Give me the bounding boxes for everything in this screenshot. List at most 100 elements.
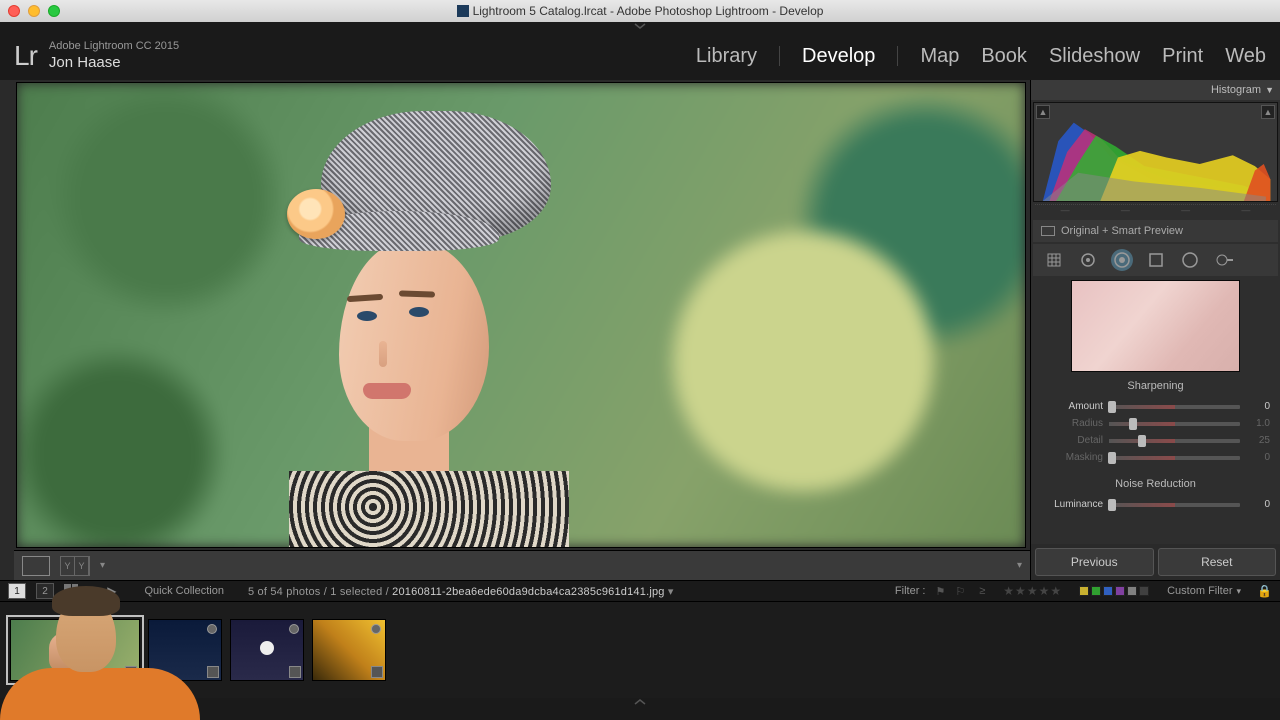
sharpening-label-masking: Masking [1041, 452, 1103, 463]
histogram-display[interactable]: ▲ ▲ [1033, 102, 1278, 202]
sharpening-section: Sharpening Amount0Radius1.0Detail25Maski… [1041, 380, 1270, 466]
noise-value-luminance: 0 [1246, 499, 1270, 510]
crop-tool[interactable] [1043, 249, 1065, 271]
histogram-label: Histogram [1211, 84, 1261, 96]
graduated-filter-tool[interactable] [1145, 249, 1167, 271]
color-label-filter-5[interactable] [1139, 586, 1149, 596]
noise-reduction-title: Noise Reduction [1041, 478, 1270, 490]
adjustment-brush-tool[interactable] [1213, 249, 1235, 271]
sharpening-value-radius: 1.0 [1246, 418, 1270, 429]
sharpening-row-masking: Masking 0 [1041, 449, 1270, 466]
detail-zoom-preview[interactable] [1071, 280, 1240, 372]
noise-label-luminance: Luminance [1041, 499, 1103, 510]
redeye-tool[interactable] [1111, 249, 1133, 271]
identity-plate: Lr Adobe Lightroom CC 2015 Jon Haase [14, 40, 179, 72]
color-label-filter [1079, 586, 1149, 596]
highlight-clipping-indicator[interactable]: ▲ [1261, 105, 1275, 119]
color-label-filter-4[interactable] [1127, 586, 1137, 596]
color-label-filter-1[interactable] [1091, 586, 1101, 596]
before-after-view-button[interactable]: YY [60, 556, 90, 576]
sharpening-row-amount: Amount 0 [1041, 398, 1270, 415]
chevron-down-icon: ▾ [1237, 586, 1242, 597]
develop-action-buttons: Previous Reset [1031, 544, 1280, 580]
preview-toolbar: YY ▾ ▾ [14, 550, 1030, 580]
shadow-clipping-indicator[interactable]: ▲ [1036, 105, 1050, 119]
sharpening-slider-amount[interactable] [1109, 405, 1240, 409]
noise-row-luminance: Luminance 0 [1041, 496, 1270, 513]
flag-filter-picked[interactable]: ⚑ [935, 585, 945, 598]
window-title: Lightroom 5 Catalog.lrcat - Adobe Photos… [0, 4, 1280, 18]
reset-button[interactable]: Reset [1158, 548, 1277, 576]
primary-display-button[interactable]: 1 [8, 583, 26, 599]
sharpening-row-radius: Radius1.0 [1041, 415, 1270, 432]
module-picker: Library Develop Map Book Slideshow Print Web [696, 45, 1266, 68]
color-label-filter-3[interactable] [1115, 586, 1125, 596]
sharpening-title: Sharpening [1041, 380, 1270, 392]
lightroom-logo: Lr [14, 40, 37, 72]
sharpening-value-masking: 0 [1246, 452, 1270, 463]
grid-view-shortcut[interactable] [64, 584, 78, 598]
module-slideshow[interactable]: Slideshow [1049, 45, 1140, 68]
sharpening-label-amount: Amount [1041, 401, 1103, 412]
sharpening-slider-detail[interactable] [1109, 439, 1240, 443]
source-dropdown-icon[interactable]: ▾ [668, 586, 674, 598]
photo-subject [239, 111, 683, 548]
nav-back-button[interactable]: ◀ [88, 584, 97, 598]
module-develop[interactable]: Develop [802, 45, 875, 68]
photo-counts: 5 of 54 photos / 1 selected / 20160811-2… [248, 585, 674, 598]
filmstrip-source-label[interactable]: Quick Collection [144, 585, 223, 597]
module-map[interactable]: Map [920, 45, 959, 68]
sharpening-slider-radius[interactable] [1109, 422, 1240, 426]
nav-forward-button[interactable]: ▶ [107, 584, 116, 598]
identity-name: Jon Haase [49, 54, 179, 72]
filmstrip-thumbnail-1[interactable] [10, 619, 140, 681]
sharpening-value-amount: 0 [1246, 401, 1270, 412]
radial-filter-tool[interactable] [1179, 249, 1201, 271]
module-separator [779, 46, 780, 66]
top-panel-collapse-handle[interactable] [0, 22, 1280, 32]
noise-reduction-section: Noise Reduction Luminance 0 [1041, 478, 1270, 513]
previous-button[interactable]: Previous [1035, 548, 1154, 576]
sharpening-row-detail: Detail25 [1041, 432, 1270, 449]
filter-label: Filter : [895, 585, 926, 597]
rating-filter[interactable]: ★★★★★ [1003, 584, 1061, 598]
filmstrip-thumbnail-4[interactable] [312, 619, 386, 681]
module-print[interactable]: Print [1162, 45, 1203, 68]
filmstrip[interactable] [0, 602, 1280, 698]
color-label-filter-0[interactable] [1079, 586, 1089, 596]
sharpening-value-detail: 25 [1246, 435, 1270, 446]
local-adjustment-toolstrip [1033, 244, 1278, 276]
custom-filter-label: Custom Filter [1167, 585, 1232, 597]
sharpening-slider-masking[interactable] [1109, 456, 1240, 460]
view-mode-dropdown[interactable]: ▾ [100, 560, 105, 571]
custom-filter-dropdown[interactable]: Custom Filter ▾ [1167, 585, 1241, 597]
spot-removal-tool[interactable] [1077, 249, 1099, 271]
flag-filter-rejected[interactable]: ⚐ [955, 585, 965, 598]
toolbar-options-dropdown[interactable]: ▾ [1017, 560, 1022, 571]
histogram-panel-header[interactable]: Histogram ▼ [1031, 80, 1280, 100]
filmstrip-collapse-handle[interactable] [0, 698, 1280, 708]
left-panel-collapsed[interactable] [0, 80, 14, 580]
filmstrip-thumbnail-3[interactable] [230, 619, 304, 681]
current-filename: 20160811-2bea6ede60da9dcba4ca2385c961d14… [392, 586, 664, 598]
filter-lock-icon[interactable]: 🔒 [1257, 584, 1272, 598]
color-label-filter-2[interactable] [1103, 586, 1113, 596]
right-panel-group: Histogram ▼ ▲ ▲ ———— Original + Smart Pr… [1030, 80, 1280, 580]
photo-counts-text: 5 of 54 photos / 1 selected / [248, 586, 389, 598]
filter-comparator[interactable]: ≥ [979, 585, 985, 597]
histogram-info-row: ———— [1035, 204, 1276, 216]
smart-preview-icon [1041, 226, 1055, 236]
secondary-display-button[interactable]: 2 [36, 583, 54, 599]
mac-titlebar: Lightroom 5 Catalog.lrcat - Adobe Photos… [0, 0, 1280, 22]
histogram-svg [1034, 103, 1277, 201]
module-library[interactable]: Library [696, 45, 757, 68]
module-web[interactable]: Web [1225, 45, 1266, 68]
module-book[interactable]: Book [981, 45, 1027, 68]
main-image-preview[interactable] [14, 80, 1030, 550]
filmstrip-header-bar: 1 2 ◀ ▶ Quick Collection 5 of 54 photos … [0, 580, 1280, 602]
lightroom-doc-icon [457, 5, 469, 17]
filmstrip-thumbnail-2[interactable] [148, 619, 222, 681]
loupe-view-button[interactable] [22, 556, 50, 576]
panel-collapse-icon: ▼ [1265, 85, 1274, 95]
noise-slider-luminance[interactable] [1109, 503, 1240, 507]
